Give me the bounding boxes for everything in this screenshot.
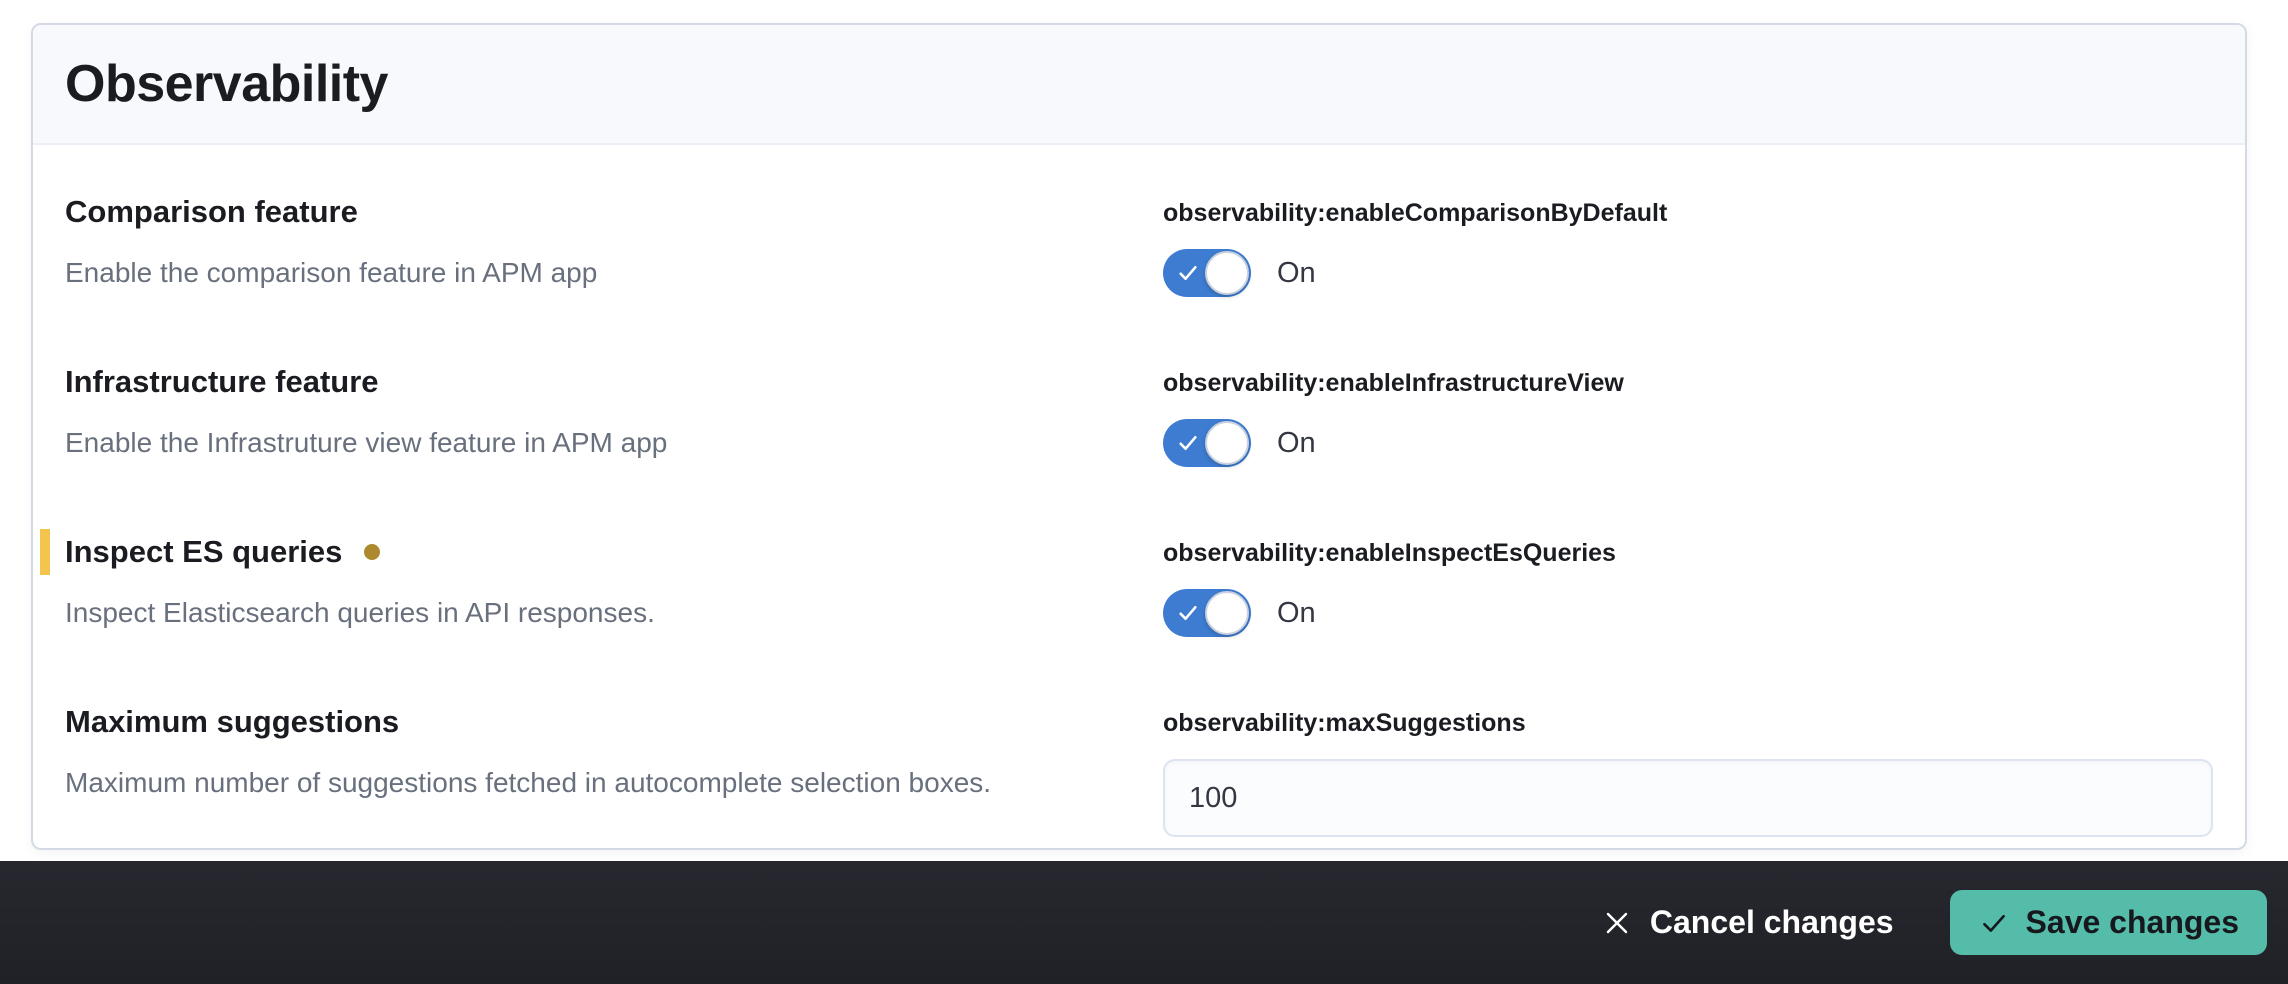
unsaved-change-indicator-bar (40, 529, 50, 575)
check-icon (1978, 907, 2010, 939)
page-title: Observability (65, 54, 388, 114)
save-changes-button[interactable]: Save changes (1950, 890, 2267, 955)
setting-row-infrastructure-feature: Infrastructure feature Enable the Infras… (65, 363, 2213, 467)
setting-row-maximum-suggestions: Maximum suggestions Maximum number of su… (65, 703, 2213, 837)
setting-description: Inspect Elasticsearch queries in API res… (65, 595, 1115, 631)
setting-key-label: observability:enableInspectEsQueries (1163, 537, 2213, 569)
setting-title-text: Inspect ES queries (65, 533, 342, 571)
setting-description: Enable the comparison feature in APM app (65, 255, 1115, 291)
toggle-enableInspectEsQueries[interactable] (1163, 589, 1251, 637)
check-icon (1175, 430, 1201, 456)
unsaved-change-dot-icon (364, 544, 380, 560)
max-suggestions-input[interactable] (1163, 759, 2213, 837)
switch-thumb (1205, 591, 1249, 635)
check-icon (1175, 600, 1201, 626)
observability-advanced-settings-page: Observability Comparison feature Enable … (0, 0, 2288, 984)
setting-title-text: Maximum suggestions (65, 703, 399, 741)
setting-key-label: observability:enableInfrastructureView (1163, 367, 2213, 399)
setting-key-label: observability:maxSuggestions (1163, 707, 2213, 739)
setting-title-text: Infrastructure feature (65, 363, 379, 401)
toggle-enableInfrastructureView[interactable] (1163, 419, 1251, 467)
cancel-changes-button[interactable]: Cancel changes (1594, 904, 1902, 941)
check-icon (1175, 260, 1201, 286)
setting-row-inspect-es-queries: Inspect ES queries Inspect Elasticsearch… (65, 533, 2213, 637)
setting-title: Comparison feature (65, 193, 1115, 231)
switch-thumb (1205, 421, 1249, 465)
setting-title: Maximum suggestions (65, 703, 1115, 741)
unsaved-changes-bottom-bar: Cancel changes Save changes (0, 861, 2288, 984)
switch-thumb (1205, 251, 1249, 295)
setting-title: Infrastructure feature (65, 363, 1115, 401)
setting-key-label: observability:enableComparisonByDefault (1163, 197, 2213, 229)
switch-state-label: On (1277, 257, 1316, 290)
setting-title-text: Comparison feature (65, 193, 358, 231)
switch-state-label: On (1277, 597, 1316, 630)
cancel-changes-label: Cancel changes (1650, 904, 1894, 941)
panel-header: Observability (33, 25, 2245, 145)
settings-list: Comparison feature Enable the comparison… (33, 145, 2245, 877)
setting-description: Maximum number of suggestions fetched in… (65, 765, 1115, 801)
setting-title: Inspect ES queries (65, 533, 1115, 571)
save-changes-label: Save changes (2026, 904, 2239, 941)
toggle-enableComparisonByDefault[interactable] (1163, 249, 1251, 297)
observability-settings-panel: Observability Comparison feature Enable … (31, 23, 2247, 850)
setting-row-comparison-feature: Comparison feature Enable the comparison… (65, 193, 2213, 297)
setting-description: Enable the Infrastruture view feature in… (65, 425, 1115, 461)
close-icon (1602, 908, 1632, 938)
switch-state-label: On (1277, 427, 1316, 460)
